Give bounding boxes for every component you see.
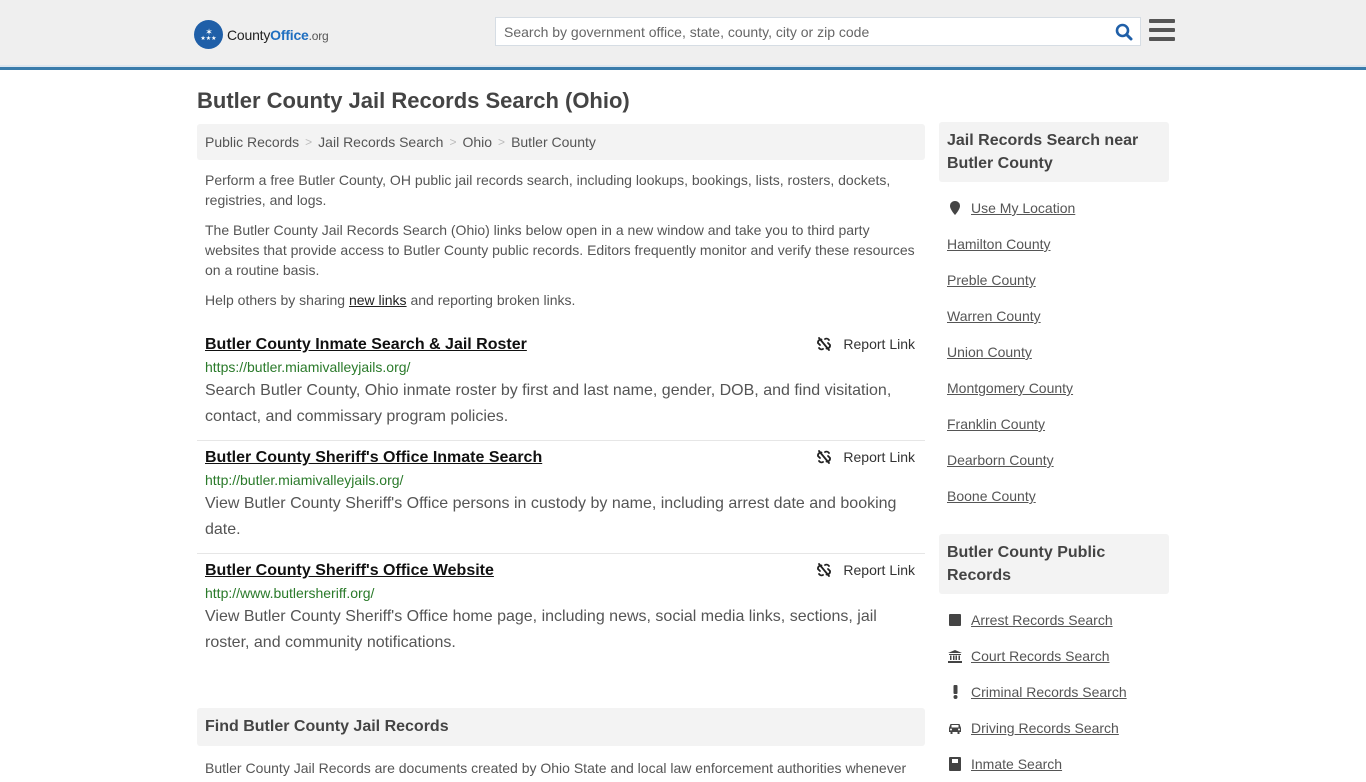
exclamation-icon — [947, 685, 963, 699]
public-record-item: Driving Records Search — [947, 710, 1161, 746]
nearby-county-item: Hamilton County — [947, 226, 1161, 262]
county-link-montgomery[interactable]: Montgomery County — [947, 380, 1073, 396]
county-link-hamilton[interactable]: Hamilton County — [947, 236, 1051, 252]
result-description: Search Butler County, Ohio inmate roster… — [205, 382, 892, 425]
intro-paragraph-3: Help others by sharing new links and rep… — [205, 292, 576, 308]
county-link-boone[interactable]: Boone County — [947, 488, 1036, 504]
result-description: View Butler County Sheriff's Office pers… — [205, 495, 897, 538]
breadcrumb: Public Records > Jail Records Search > O… — [197, 124, 925, 160]
nearby-list: Use My Location Hamilton County Preble C… — [939, 190, 1169, 514]
result-item: Butler County Inmate Search & Jail Roste… — [197, 328, 925, 441]
county-link-preble[interactable]: Preble County — [947, 272, 1036, 288]
nearby-heading: Jail Records Search near Butler County — [939, 122, 1169, 182]
main-content: Public Records > Jail Records Search > O… — [197, 124, 925, 778]
breadcrumb-separator: > — [498, 135, 506, 149]
broken-link-icon — [817, 563, 832, 577]
sidebar: Jail Records Search near Butler County U… — [939, 122, 1169, 782]
nearby-county-item: Boone County — [947, 478, 1161, 514]
county-link-dearborn[interactable]: Dearborn County — [947, 452, 1054, 468]
public-records-heading: Butler County Public Records — [939, 534, 1169, 594]
arrest-records-link[interactable]: Arrest Records Search — [971, 612, 1113, 628]
nearby-county-item: Dearborn County — [947, 442, 1161, 478]
county-link-warren[interactable]: Warren County — [947, 308, 1041, 324]
broken-link-icon — [817, 450, 832, 464]
county-link-franklin[interactable]: Franklin County — [947, 416, 1045, 432]
results-list: Butler County Inmate Search & Jail Roste… — [197, 328, 925, 666]
result-title-link[interactable]: Butler County Sheriff's Office Inmate Se… — [205, 447, 542, 469]
intro-paragraph-2: The Butler County Jail Records Search (O… — [205, 222, 915, 278]
top-header: ✶ ★★★ CountyOffice.org — [0, 0, 1366, 70]
court-records-link[interactable]: Court Records Search — [971, 648, 1110, 664]
result-item: Butler County Sheriff's Office Inmate Se… — [197, 441, 925, 554]
report-link-button[interactable]: Report Link — [816, 449, 915, 465]
logo-eagle-icon: ✶ ★★★ — [194, 20, 223, 49]
public-record-item: Criminal Records Search — [947, 674, 1161, 710]
public-record-item: Inmate Search — [947, 746, 1161, 782]
breadcrumb-separator: > — [449, 135, 457, 149]
driving-records-link[interactable]: Driving Records Search — [971, 720, 1119, 736]
report-link-button[interactable]: Report Link — [816, 562, 915, 578]
breadcrumb-ohio[interactable]: Ohio — [462, 134, 492, 150]
car-icon — [947, 723, 963, 734]
result-url: http://www.butlersheriff.org/ — [205, 585, 375, 601]
inmate-icon — [947, 757, 963, 771]
result-title-link[interactable]: Butler County Sheriff's Office Website — [205, 560, 494, 582]
nearby-county-item: Franklin County — [947, 406, 1161, 442]
courthouse-icon — [947, 649, 963, 663]
county-link-union[interactable]: Union County — [947, 344, 1032, 360]
nearby-county-item: Warren County — [947, 298, 1161, 334]
breadcrumb-jail-records-search[interactable]: Jail Records Search — [318, 134, 443, 150]
result-item: Butler County Sheriff's Office Website R… — [197, 554, 925, 666]
search-bar — [495, 17, 1141, 46]
location-pin-icon — [947, 201, 963, 215]
intro-text: Perform a free Butler County, OH public … — [197, 170, 925, 310]
public-record-item: Arrest Records Search — [947, 602, 1161, 638]
search-icon — [1115, 23, 1133, 40]
breadcrumb-butler-county[interactable]: Butler County — [511, 134, 596, 150]
breadcrumb-public-records[interactable]: Public Records — [205, 134, 299, 150]
public-records-list: Arrest Records Search Court Records Sear… — [939, 602, 1169, 782]
use-my-location-link[interactable]: Use My Location — [971, 200, 1075, 216]
square-icon — [947, 614, 963, 626]
page-title: Butler County Jail Records Search (Ohio) — [197, 88, 630, 113]
result-description: View Butler County Sheriff's Office home… — [205, 608, 877, 651]
nearby-county-item: Preble County — [947, 262, 1161, 298]
find-jail-records-heading: Find Butler County Jail Records — [197, 708, 925, 746]
result-url: http://butler.miamivalleyjails.org/ — [205, 472, 404, 488]
nearby-county-item: Montgomery County — [947, 370, 1161, 406]
breadcrumb-separator: > — [305, 135, 313, 149]
result-url: https://butler.miamivalleyjails.org/ — [205, 359, 411, 375]
search-button[interactable] — [1108, 18, 1140, 45]
criminal-records-link[interactable]: Criminal Records Search — [971, 684, 1127, 700]
search-input[interactable] — [496, 18, 1108, 45]
report-link-button[interactable]: Report Link — [816, 336, 915, 352]
new-links-link[interactable]: new links — [349, 292, 407, 308]
use-location-item: Use My Location — [947, 190, 1161, 226]
intro-paragraph-1: Perform a free Butler County, OH public … — [205, 172, 891, 208]
logo-text: CountyOffice.org — [227, 26, 329, 43]
inmate-search-link[interactable]: Inmate Search — [971, 756, 1062, 772]
result-title-link[interactable]: Butler County Inmate Search & Jail Roste… — [205, 334, 527, 356]
nearby-county-item: Union County — [947, 334, 1161, 370]
broken-link-icon — [817, 337, 832, 351]
find-jail-records-text: Butler County Jail Records are documents… — [205, 760, 907, 776]
site-logo[interactable]: ✶ ★★★ CountyOffice.org — [194, 20, 329, 49]
hamburger-menu-icon[interactable] — [1149, 19, 1175, 41]
public-record-item: Court Records Search — [947, 638, 1161, 674]
